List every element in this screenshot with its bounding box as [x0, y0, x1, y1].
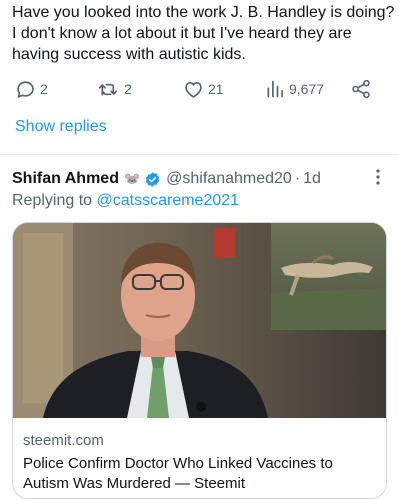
views-button[interactable]: 9,677 [265, 78, 324, 100]
tweet-header: Shifan Ahmed 🐭 @shifanahmed20 · 1d [12, 169, 321, 189]
reply-action-bar: 2 2 21 9,677 [0, 78, 399, 100]
retweet-count: 2 [124, 81, 132, 97]
verified-badge-icon [144, 171, 161, 188]
replying-to: Replying to @catsscareme2021 [12, 192, 239, 210]
card-title: Police Confirm Doctor Who Linked Vaccine… [23, 455, 333, 492]
views-icon [267, 80, 283, 98]
like-icon [185, 81, 202, 98]
author-handle[interactable]: @shifanahmed20 [166, 170, 292, 188]
views-count: 9,677 [289, 81, 325, 97]
author-name[interactable]: Shifan Ahmed [12, 170, 119, 188]
retweet-button[interactable]: 2 [97, 78, 132, 100]
card-image[interactable] [13, 223, 386, 418]
reply-text: Have you looked into the work J. B. Hand… [12, 4, 395, 63]
card-domain: steemit.com [23, 432, 104, 449]
show-replies-link[interactable]: Show replies [15, 118, 107, 136]
author-emoji: 🐭 [123, 171, 141, 186]
like-button[interactable]: 21 [183, 78, 224, 100]
reply-count: 2 [40, 81, 48, 97]
replying-to-handle[interactable]: @catsscareme2021 [97, 192, 240, 209]
link-card[interactable]: steemit.com Police Confirm Doctor Who Li… [12, 222, 387, 499]
separator-dot: · [294, 170, 301, 187]
retweet-icon [98, 83, 118, 96]
replying-prefix: Replying to [12, 192, 97, 209]
divider [0, 154, 399, 155]
reply-icon [17, 80, 34, 98]
reply-button[interactable]: 2 [15, 78, 48, 100]
tweet-time[interactable]: 1d [303, 170, 321, 188]
like-count: 21 [208, 81, 224, 97]
more-options-icon[interactable] [375, 168, 381, 191]
share-button[interactable] [351, 78, 371, 100]
share-icon [352, 79, 370, 99]
